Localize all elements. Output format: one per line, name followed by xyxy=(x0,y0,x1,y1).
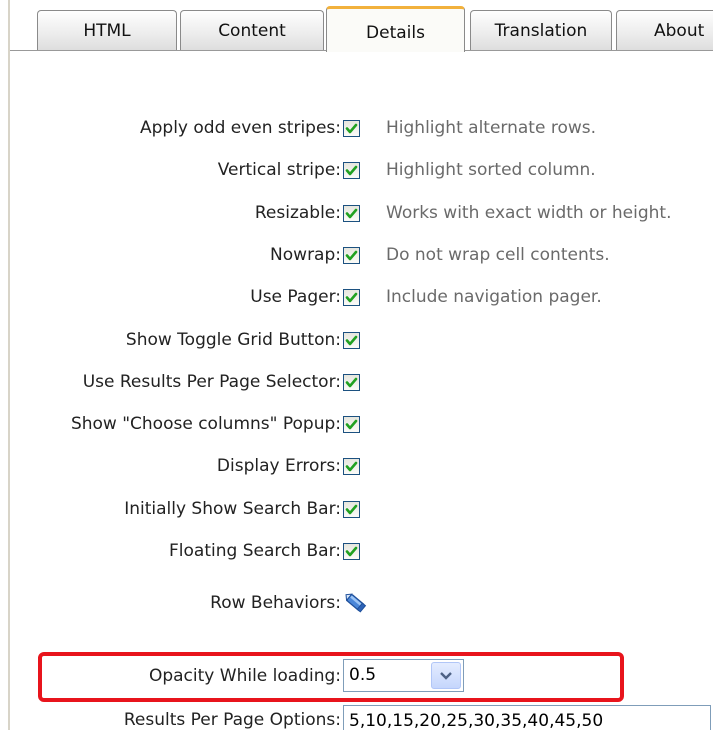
checkmark-icon xyxy=(345,292,358,303)
option-hint: Highlight alternate rows. xyxy=(386,118,597,138)
option-checkbox[interactable] xyxy=(343,289,360,306)
option-hint: Highlight sorted column. xyxy=(386,160,596,180)
option-label: Initially Show Search Bar: xyxy=(124,499,341,519)
tab-html[interactable]: HTML xyxy=(37,10,177,50)
opacity-select[interactable]: 0.5 xyxy=(343,659,464,692)
checkmark-icon xyxy=(345,419,358,430)
checkmark-icon xyxy=(345,461,358,472)
option-label: Use Results Per Page Selector: xyxy=(82,372,341,392)
option-checkbox[interactable] xyxy=(343,543,360,560)
checkmark-icon xyxy=(345,250,358,261)
tab-details[interactable]: Details xyxy=(326,6,465,52)
details-panel: HTML Content Details Translation About A… xyxy=(0,0,713,730)
chevron-down-icon xyxy=(440,672,452,680)
option-checkbox[interactable] xyxy=(343,120,360,137)
opacity-select-value: 0.5 xyxy=(349,665,377,685)
option-checkbox[interactable] xyxy=(343,332,360,349)
option-checkbox[interactable] xyxy=(343,205,360,222)
option-label: Show Toggle Grid Button: xyxy=(125,330,341,350)
checkmark-icon xyxy=(345,208,358,219)
tab-content[interactable]: Content xyxy=(180,10,324,50)
results-per-page-input[interactable] xyxy=(343,705,711,730)
option-checkbox[interactable] xyxy=(343,374,360,391)
opacity-label: Opacity While loading: xyxy=(148,666,341,686)
checkmark-icon xyxy=(345,377,358,388)
checkmark-icon xyxy=(345,546,358,557)
checkmark-icon xyxy=(345,335,358,346)
option-label: Vertical stripe: xyxy=(217,160,341,180)
option-label: Resizable: xyxy=(254,203,341,223)
option-checkbox[interactable] xyxy=(343,162,360,179)
option-label: Floating Search Bar: xyxy=(169,541,341,561)
results-per-page-label: Results Per Page Options: xyxy=(123,710,341,730)
edit-pencil-icon[interactable] xyxy=(343,590,369,616)
option-label: Apply odd even stripes: xyxy=(139,118,341,138)
option-hint: Do not wrap cell contents. xyxy=(386,245,610,265)
option-label: Show "Choose columns" Popup: xyxy=(70,414,341,434)
option-hint: Works with exact width or height. xyxy=(386,203,672,223)
option-checkbox[interactable] xyxy=(343,247,360,264)
option-label: Use Pager: xyxy=(250,287,341,307)
option-checkbox[interactable] xyxy=(343,458,360,475)
tab-translation[interactable]: Translation xyxy=(470,10,612,50)
row-behaviors-label: Row Behaviors: xyxy=(210,593,341,613)
panel-left-border xyxy=(8,0,10,730)
checkmark-icon xyxy=(345,504,358,515)
tab-about[interactable]: About xyxy=(616,10,713,50)
checkmark-icon xyxy=(345,165,358,176)
option-label: Nowrap: xyxy=(270,245,341,265)
option-checkbox[interactable] xyxy=(343,416,360,433)
option-hint: Include navigation pager. xyxy=(386,287,602,307)
opacity-dropdown-button[interactable] xyxy=(431,662,461,689)
option-label: Display Errors: xyxy=(216,456,341,476)
option-checkbox[interactable] xyxy=(343,501,360,518)
checkmark-icon xyxy=(345,123,358,134)
